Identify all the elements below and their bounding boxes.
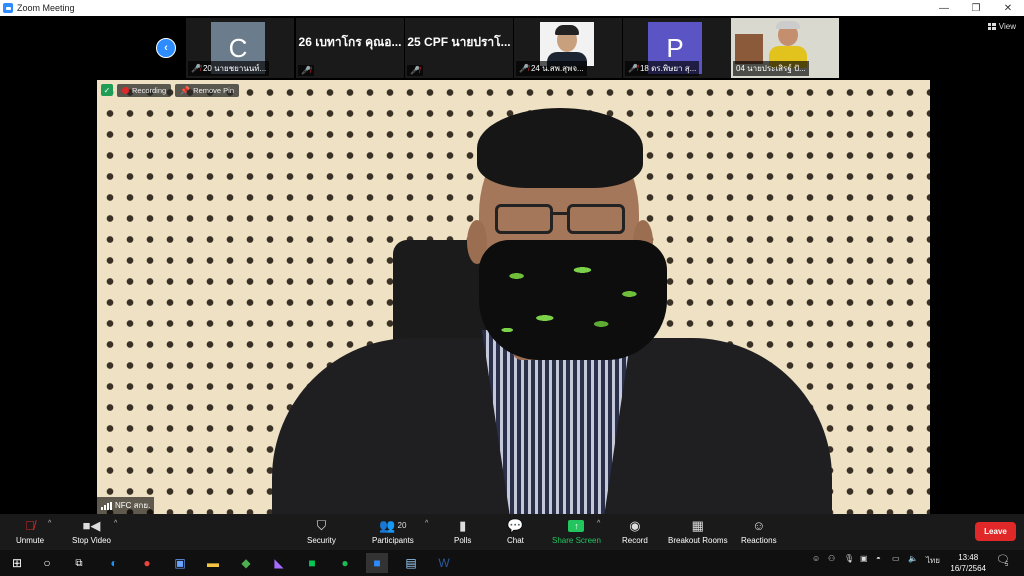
participant-tile[interactable]: P 🎤̸ 18 ดร.พิษยา สุ...: [623, 18, 731, 78]
participant-name: 🎤̸ 20 นายชยานนท์...: [188, 61, 270, 76]
chat-icon: 💬: [507, 517, 524, 533]
participant-name: 🎤̸: [407, 65, 423, 76]
remove-pin-button[interactable]: 📌 Remove Pin: [175, 83, 240, 97]
security-button[interactable]: ⛉ Security: [307, 517, 336, 546]
participant-name: 🎤̸ 18 ดร.พิษยา สุ...: [625, 61, 700, 76]
video-camera-icon: ■◀: [82, 517, 101, 533]
speaker-nameplate: NFC สกย.: [97, 497, 155, 514]
pin-icon: 📌: [180, 85, 191, 95]
muted-mic-icon: 🎤̸: [301, 66, 311, 75]
participant-big-name: 26 เบทาโกร คุณอ...: [298, 34, 402, 49]
meeting-stage: View ‹ C 🎤̸ 20 นายชยานนท์... 26 เบทาโกร ค…: [0, 16, 1024, 514]
muted-mic-icon: 🎤̸: [519, 64, 529, 73]
breakout-rooms-button[interactable]: ▦ Breakout Rooms: [668, 517, 728, 546]
participant-name: 04 นายประเสิรฐ์ ปั...: [733, 61, 809, 76]
chat-button[interactable]: 💬 Chat: [507, 517, 524, 546]
window-title: Zoom Meeting: [17, 3, 75, 13]
clock[interactable]: 13:48 16/7/2564: [950, 552, 986, 574]
spotify-icon[interactable]: ●: [334, 553, 356, 573]
shield-icon: ⛉: [316, 517, 327, 533]
clock-date: 16/7/2564: [950, 564, 986, 573]
participant-name: 🎤̸ 24 น.สพ.สุพจ...: [516, 61, 587, 76]
muted-microphone-icon: 🎙̸: [25, 518, 35, 533]
restore-button[interactable]: ❐: [960, 0, 992, 16]
input-language[interactable]: ไทย: [926, 554, 940, 567]
audio-options-caret[interactable]: ^: [48, 520, 51, 527]
participant-tile[interactable]: 25 CPF นายปราโ... 🎤̸: [405, 18, 513, 78]
volume-icon[interactable]: 🔈: [908, 554, 918, 563]
participant-tile[interactable]: C 🎤̸ 20 นายชยานนท์...: [186, 18, 294, 78]
meeting-toolbar: 🎙̸ Unmute ^ ■◀ Stop Video ^ ⛉ Security 👥…: [0, 514, 1024, 550]
participant-tile[interactable]: 04 นายประเสิรฐ์ ปั...: [731, 18, 839, 78]
task-view-icon[interactable]: ⧉: [68, 553, 90, 573]
edge-browser-icon[interactable]: ◐: [103, 553, 125, 573]
file-explorer-icon[interactable]: ▬: [202, 553, 224, 573]
breakout-rooms-icon: ▦: [691, 517, 704, 533]
visual-studio-icon[interactable]: ◣: [268, 553, 290, 573]
minimize-button[interactable]: —: [928, 0, 960, 16]
view-button[interactable]: View: [987, 22, 1016, 31]
zoom-taskbar-icon[interactable]: ■: [366, 553, 388, 573]
recording-dot-icon: [122, 86, 129, 94]
network-app-icon[interactable]: ▣: [169, 553, 191, 573]
muted-mic-icon: 🎤̸: [410, 66, 420, 75]
title-bar: Zoom Meeting — ❐ ✕: [0, 0, 1024, 16]
notepad-icon[interactable]: ▤: [400, 553, 422, 573]
leave-button[interactable]: Leave: [975, 522, 1016, 541]
notification-count: 5: [1005, 562, 1009, 568]
reactions-button[interactable]: ☺ Reactions: [741, 517, 777, 545]
muted-mic-icon: 🎤̸: [191, 64, 201, 73]
signal-bars-icon: [101, 501, 112, 510]
chrome-browser-icon[interactable]: ●: [136, 553, 158, 573]
people-icon[interactable]: ☺: [812, 554, 820, 563]
view-grid-icon: [987, 23, 996, 30]
record-button[interactable]: ◉ Record: [622, 517, 648, 546]
close-button[interactable]: ✕: [992, 0, 1024, 16]
line-app-icon[interactable]: ■: [301, 553, 323, 573]
glasses: [567, 204, 625, 234]
search-icon[interactable]: ○: [36, 553, 58, 573]
face-mask: [479, 240, 667, 360]
participants-icon: 👥 20: [379, 517, 407, 533]
active-speaker-video: ✓ Recording 📌 Remove Pin NFC สกย.: [97, 80, 930, 514]
participant-tile[interactable]: 🎤̸ 24 น.สพ.สุพจ...: [514, 18, 622, 78]
polls-button[interactable]: ▮ Polls: [454, 517, 471, 546]
network-icon[interactable]: ▭: [892, 554, 900, 563]
gallery-prev-button[interactable]: ‹: [156, 38, 176, 58]
share-screen-button[interactable]: ↑ Share Screen: [552, 517, 601, 545]
encryption-shield-icon[interactable]: ✓: [101, 84, 113, 96]
participants-count: 20: [397, 521, 407, 530]
participant-big-name: 25 CPF นายปราโ...: [407, 34, 511, 49]
microphone-tray-icon[interactable]: 🎙: [844, 554, 854, 563]
glasses-bridge: [552, 212, 568, 215]
smiley-icon: ☺: [752, 518, 766, 533]
unmute-button[interactable]: 🎙̸ Unmute: [16, 517, 44, 545]
participant-name: 🎤̸: [298, 65, 314, 76]
participants-button[interactable]: 👥 20 Participants: [372, 517, 414, 546]
participants-options-caret[interactable]: ^: [425, 520, 428, 527]
participant-tile[interactable]: 26 เบทาโกร คุณอ... 🎤̸: [296, 18, 404, 78]
windows-taskbar: ⊞ ○ ⧉ ◐ ● ▣ ▬ ◆ ◣ ■ ● ■ ▤ W ☺ ⚇ 🎙 ▣ ◓ ▭ …: [0, 550, 1024, 576]
share-screen-icon: ↑: [568, 517, 585, 534]
tray-app-icon[interactable]: ◓: [876, 554, 881, 563]
glasses: [495, 204, 553, 234]
python-icon[interactable]: ◆: [235, 553, 257, 573]
clock-time: 13:48: [958, 553, 979, 562]
tray-app-icon[interactable]: ⚇: [828, 554, 835, 563]
video-options-caret[interactable]: ^: [114, 520, 117, 527]
muted-mic-icon: 🎤̸: [628, 64, 638, 73]
participant-video: [540, 22, 594, 66]
polls-icon: ▮: [459, 517, 467, 533]
speaker-hair: [477, 108, 643, 188]
share-options-caret[interactable]: ^: [597, 520, 600, 527]
stop-video-button[interactable]: ■◀ Stop Video: [72, 517, 111, 546]
zoom-app-icon: [3, 3, 13, 13]
windows-start-icon[interactable]: ⊞: [6, 553, 28, 573]
video-top-bar: ✓ Recording 📌 Remove Pin: [97, 80, 240, 100]
recording-indicator[interactable]: Recording: [117, 83, 172, 97]
word-icon[interactable]: W: [433, 553, 455, 573]
tray-app-icon[interactable]: ▣: [860, 554, 868, 563]
record-icon: ◉: [629, 517, 641, 533]
